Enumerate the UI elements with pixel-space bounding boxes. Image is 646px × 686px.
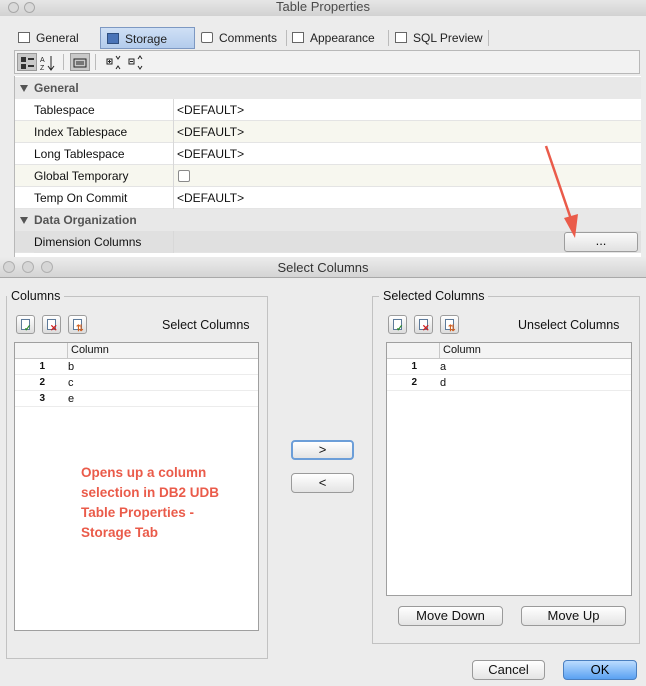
show-description-button[interactable] <box>70 53 90 71</box>
general-tab-icon <box>18 32 30 43</box>
storage-tab-icon <box>107 33 119 44</box>
add-column-button[interactable]: > <box>291 440 354 460</box>
table-row[interactable]: 3 e <box>15 391 258 407</box>
sort-az-icon: AZ <box>40 56 55 71</box>
minimize-window-icon[interactable] <box>24 2 35 13</box>
collapse-all-icon <box>128 55 143 70</box>
close-window-icon[interactable] <box>8 2 19 13</box>
invert-selected-button[interactable]: ⇅ <box>440 315 459 334</box>
check-all-button[interactable]: ✓ <box>16 315 35 334</box>
section-general[interactable]: General <box>15 77 641 99</box>
description-icon <box>73 58 87 68</box>
ok-button[interactable]: OK <box>563 660 637 680</box>
svg-text:Z: Z <box>40 65 45 71</box>
selected-columns-table: Column 1 a 2 d <box>386 342 632 596</box>
columns-group-label: Columns <box>7 289 65 303</box>
move-up-button[interactable]: Move Up <box>521 606 626 626</box>
uncheck-all-selected-button[interactable]: ✕ <box>414 315 433 334</box>
annotation-note: Opens up a column selection in DB2 UDB T… <box>81 465 220 540</box>
table-row[interactable]: 2 c <box>15 375 258 391</box>
expand-all-icon <box>106 55 121 70</box>
table-row[interactable]: 1 b <box>15 359 258 375</box>
svg-text:A: A <box>40 57 45 64</box>
categorized-icon <box>21 57 34 69</box>
cancel-button[interactable]: Cancel <box>472 660 545 680</box>
table-header: Column <box>15 343 258 359</box>
window-title: Table Properties <box>276 0 370 14</box>
tab-storage[interactable]: Storage <box>100 27 195 49</box>
property-row[interactable]: Tablespace <DEFAULT> <box>15 99 641 121</box>
remove-column-button[interactable]: < <box>291 473 354 493</box>
table-header: Column <box>387 343 631 359</box>
move-down-button[interactable]: Move Down <box>398 606 503 626</box>
select-columns-action[interactable]: Select Columns <box>162 318 250 332</box>
tab-appearance[interactable]: Appearance <box>286 27 386 49</box>
tab-comments[interactable]: Comments <box>195 27 285 49</box>
annotation-arrow-icon <box>544 145 578 238</box>
collapse-all-button[interactable] <box>126 53 146 71</box>
tab-sql-preview[interactable]: SQL Preview <box>389 27 489 49</box>
close-dialog-icon[interactable] <box>3 261 15 273</box>
selected-columns-group-label: Selected Columns <box>379 289 489 303</box>
zoom-dialog-icon[interactable] <box>41 261 53 273</box>
uncheck-all-button[interactable]: ✕ <box>42 315 61 334</box>
sql-preview-tab-icon <box>395 32 407 43</box>
check-all-selected-button[interactable]: ✓ <box>388 315 407 334</box>
dialog-title: Select Columns <box>277 260 369 275</box>
property-toolbar: AZ <box>14 50 640 74</box>
global-temporary-checkbox[interactable] <box>178 170 190 182</box>
invert-selection-button[interactable]: ⇅ <box>68 315 87 334</box>
appearance-tab-icon <box>292 32 304 43</box>
minimize-dialog-icon[interactable] <box>22 261 34 273</box>
table-row[interactable]: 1 a <box>387 359 631 375</box>
comments-tab-icon <box>201 32 213 43</box>
collapse-triangle-icon <box>20 217 28 224</box>
select-columns-dialog: Select Columns Columns ✓ ✕ ⇅ Select Colu… <box>0 257 646 686</box>
expand-all-button[interactable] <box>104 53 124 71</box>
window-title-bar: Table Properties <box>0 0 646 16</box>
table-row[interactable]: 2 d <box>387 375 631 391</box>
tab-general[interactable]: General <box>12 27 100 49</box>
collapse-triangle-icon <box>20 85 28 92</box>
sort-alphabetical-button[interactable]: AZ <box>38 53 58 71</box>
categorized-view-button[interactable] <box>17 53 37 71</box>
unselect-columns-action[interactable]: Unselect Columns <box>518 318 619 332</box>
dialog-title-bar: Select Columns <box>0 257 646 278</box>
